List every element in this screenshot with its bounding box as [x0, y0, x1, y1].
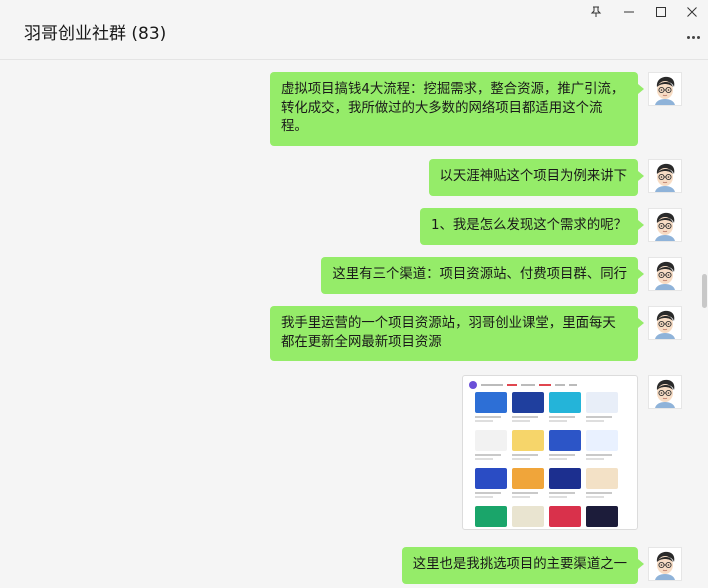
thumbnail-cover	[549, 392, 581, 413]
thumbnail-cover	[586, 392, 618, 413]
more-options-icon[interactable]	[684, 30, 702, 44]
thumbnail-cover	[512, 392, 544, 413]
chat-message: 1、我是怎么发现这个需求的呢？	[420, 208, 682, 245]
thumbnail-cover	[475, 468, 507, 489]
image-message[interactable]	[462, 375, 638, 530]
course-thumbnail	[586, 506, 618, 529]
chat-message: 我手里运营的一个项目资源站，羽哥创业课堂，里面每天都在更新全网最新项目资源	[270, 306, 682, 361]
avatar[interactable]	[648, 208, 682, 242]
chat-message: 以天涯神贴这个项目为例来讲下	[428, 159, 682, 196]
scrollbar-thumb[interactable]	[702, 274, 707, 308]
avatar[interactable]	[648, 72, 682, 106]
thumbnail-cover	[475, 506, 507, 527]
message-bubble[interactable]: 我手里运营的一个项目资源站，羽哥创业课堂，里面每天都在更新全网最新项目资源	[270, 306, 644, 361]
course-thumbnail	[586, 468, 618, 499]
thumbnail-cover	[549, 506, 581, 527]
thumbnail-cover	[586, 506, 618, 527]
course-thumbnail	[475, 392, 507, 423]
avatar[interactable]	[648, 257, 682, 291]
message-bubble[interactable]: 以天涯神贴这个项目为例来讲下	[428, 159, 645, 196]
course-thumbnail	[586, 392, 618, 423]
course-thumbnail	[475, 506, 507, 529]
site-logo-icon	[469, 381, 477, 389]
course-thumbnail	[512, 468, 544, 499]
course-thumbnail	[475, 430, 507, 461]
course-thumbnail	[475, 468, 507, 499]
chat-message: 这里有三个渠道：项目资源站、付费项目群、同行	[321, 257, 682, 294]
pin-icon[interactable]	[582, 2, 610, 22]
course-thumbnail	[549, 430, 581, 461]
close-icon[interactable]	[678, 2, 706, 22]
course-thumbnail	[512, 392, 544, 423]
course-thumbnail	[586, 430, 618, 461]
course-thumbnail	[549, 506, 581, 529]
maximize-icon[interactable]	[647, 2, 675, 22]
thumbnail-cover	[475, 392, 507, 413]
minimize-icon[interactable]	[615, 2, 643, 22]
thumbnail-cover	[586, 468, 618, 489]
thumbnail-cover	[512, 430, 544, 451]
avatar[interactable]	[648, 159, 682, 193]
chat-header: 羽哥创业社群 (83)	[0, 0, 708, 60]
course-thumbnail	[549, 468, 581, 499]
course-thumbnail	[512, 506, 544, 529]
avatar[interactable]	[648, 375, 682, 409]
course-thumbnail-grid	[475, 392, 623, 529]
website-nav-bar	[469, 381, 633, 389]
message-bubble[interactable]: 这里也是我挑选项目的主要渠道之一	[401, 547, 645, 584]
thumbnail-cover	[512, 468, 544, 489]
course-thumbnail	[512, 430, 544, 461]
thumbnail-cover	[549, 430, 581, 451]
message-list[interactable]: 虚拟项目搞钱4大流程：挖掘需求，整合资源，推广引流，转化成交，我所做过的大多数的…	[0, 61, 708, 588]
thumbnail-cover	[512, 506, 544, 527]
thumbnail-cover	[549, 468, 581, 489]
message-bubble[interactable]: 1、我是怎么发现这个需求的呢？	[420, 208, 644, 245]
course-thumbnail	[549, 392, 581, 423]
thumbnail-cover	[475, 430, 507, 451]
avatar[interactable]	[648, 306, 682, 340]
image-message-row	[648, 375, 682, 409]
avatar[interactable]	[648, 547, 682, 581]
chat-message: 这里也是我挑选项目的主要渠道之一	[401, 547, 682, 584]
message-bubble[interactable]: 虚拟项目搞钱4大流程：挖掘需求，整合资源，推广引流，转化成交，我所做过的大多数的…	[270, 72, 644, 146]
thumbnail-cover	[586, 430, 618, 451]
chat-message: 虚拟项目搞钱4大流程：挖掘需求，整合资源，推广引流，转化成交，我所做过的大多数的…	[270, 72, 682, 146]
message-bubble[interactable]: 这里有三个渠道：项目资源站、付费项目群、同行	[321, 257, 644, 294]
chat-title: 羽哥创业社群 (83)	[24, 24, 167, 44]
